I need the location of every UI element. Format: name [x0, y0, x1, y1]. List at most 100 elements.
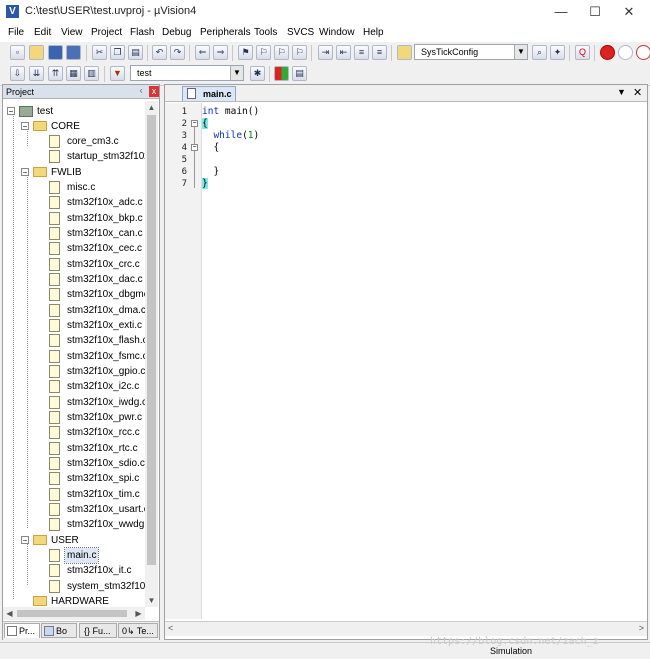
line-number: 5	[181, 155, 187, 165]
editor-horizontal-scrollbar[interactable]: < >	[165, 621, 647, 636]
function-combo[interactable]: SysTickConfig ▼	[414, 44, 528, 60]
breakpoint-kill-all-icon[interactable]	[636, 45, 650, 60]
c-file-icon	[49, 212, 60, 225]
tab-books[interactable]: Bo	[41, 623, 77, 638]
scroll-right-icon[interactable]: ▶	[132, 607, 145, 620]
breakpoint-disable-icon[interactable]	[618, 45, 633, 60]
menu-flash[interactable]: Flash	[130, 27, 154, 38]
chevron-down-icon[interactable]: ▼	[514, 45, 527, 59]
scroll-up-icon[interactable]: ▲	[145, 101, 158, 114]
code-main-decl: main()	[219, 106, 260, 117]
code-line: }	[202, 178, 208, 190]
redo-icon[interactable]: ↷	[170, 45, 185, 60]
paste-icon[interactable]: ▤	[128, 45, 143, 60]
tab-main-c[interactable]: main.c	[182, 86, 236, 101]
collapse-icon[interactable]: −	[21, 122, 29, 131]
chevron-down-icon[interactable]: ▼	[230, 66, 243, 80]
collapse-icon[interactable]: −	[7, 107, 15, 116]
folder-icon	[33, 596, 47, 606]
debug-session-icon[interactable]: Q	[575, 45, 590, 60]
close-window-button[interactable]: ✕	[612, 2, 646, 22]
c-file-icon	[49, 442, 60, 455]
batch-build-icon[interactable]: ▦	[66, 66, 81, 81]
open-folder-icon[interactable]	[29, 45, 44, 60]
pin-icon[interactable]: ᚲ	[136, 86, 146, 97]
tab-functions[interactable]: {} Fu...	[79, 623, 117, 638]
maximize-button[interactable]: ☐	[578, 2, 612, 22]
file-label: misc.c	[67, 182, 96, 193]
tab-templates[interactable]: 0↳ Te...	[118, 623, 158, 638]
collapse-icon[interactable]: −	[21, 536, 29, 545]
brace-match-close: }	[202, 178, 208, 189]
menu-view[interactable]: View	[61, 27, 83, 38]
bookmark-toggle-icon[interactable]: ⚑	[238, 45, 253, 60]
scroll-thumb[interactable]	[147, 115, 156, 565]
scroll-thumb[interactable]	[17, 610, 127, 617]
save-all-icon[interactable]	[66, 45, 81, 60]
menu-window[interactable]: Window	[319, 27, 355, 38]
c-file-icon	[49, 258, 60, 271]
fold-toggle-icon[interactable]: −	[191, 120, 198, 127]
books-tab-icon	[44, 626, 54, 636]
code-line: {	[202, 118, 208, 130]
collapse-icon[interactable]: −	[21, 168, 29, 177]
tree-vertical-scrollbar[interactable]: ▲ ▼	[145, 101, 158, 607]
code-text-area[interactable]: int main() { while(1) { } }	[202, 103, 646, 619]
bookmark-clear-icon[interactable]: ⚐	[292, 45, 307, 60]
menu-tools[interactable]: Tools	[254, 27, 277, 38]
menu-debug[interactable]: Debug	[162, 27, 191, 38]
menu-edit[interactable]: Edit	[34, 27, 51, 38]
incremental-find-icon[interactable]: ✦	[550, 45, 565, 60]
find-icon[interactable]: ⌕	[532, 45, 547, 60]
menu-project[interactable]: Project	[91, 27, 122, 38]
download-icon[interactable]: ▼	[110, 66, 125, 81]
target-options-icon[interactable]: ✱	[250, 66, 265, 81]
rebuild-icon[interactable]: ⇈	[48, 66, 63, 81]
translate-icon[interactable]: ⇩	[10, 66, 25, 81]
panel-close-icon[interactable]: x	[149, 86, 159, 97]
panel-tab-strip: Pr... Bo {} Fu... 0↳ Te...	[3, 621, 159, 640]
nav-forward-icon[interactable]: ⇒	[213, 45, 228, 60]
scroll-left-icon[interactable]: <	[168, 623, 173, 633]
file-label: stm32f10x_wwdg.	[67, 519, 145, 530]
menu-help[interactable]: Help	[363, 27, 384, 38]
build-icon[interactable]: ⇊	[29, 66, 44, 81]
scroll-right-icon[interactable]: >	[639, 623, 644, 633]
group-label: FWLIB	[51, 167, 82, 178]
nav-back-icon[interactable]: ⇐	[195, 45, 210, 60]
file-label: stm32f10x_gpio.c	[67, 366, 145, 377]
breakpoint-insert-icon[interactable]	[600, 45, 615, 60]
save-icon[interactable]	[48, 45, 63, 60]
menu-peripherals[interactable]: Peripherals	[200, 27, 251, 38]
fold-toggle-icon[interactable]: −	[191, 144, 198, 151]
minimize-button[interactable]: —	[544, 2, 578, 22]
c-file-icon	[49, 457, 60, 470]
menu-file[interactable]: File	[8, 27, 24, 38]
bookmark-next-icon[interactable]: ⚐	[274, 45, 289, 60]
tree-root-label: test	[37, 106, 54, 117]
function-combo-value: SysTickConfig	[421, 47, 479, 57]
target-combo[interactable]: test ▼	[130, 65, 244, 81]
find-in-files-icon[interactable]	[397, 45, 412, 60]
manage-books-icon[interactable]: ▤	[292, 66, 307, 81]
scroll-left-icon[interactable]: ◀	[3, 607, 16, 620]
copy-icon[interactable]: ❐	[110, 45, 125, 60]
bookmark-prev-icon[interactable]: ⚐	[256, 45, 271, 60]
menu-svcs[interactable]: SVCS	[287, 27, 314, 38]
comment-icon[interactable]: ≡	[354, 45, 369, 60]
stop-build-icon[interactable]: ▥	[84, 66, 99, 81]
close-tab-icon[interactable]: ✕	[633, 86, 642, 99]
manage-components-icon[interactable]	[274, 66, 289, 81]
tree-horizontal-scrollbar[interactable]: ◀ ▶	[3, 607, 145, 620]
c-file-icon	[49, 319, 60, 332]
tab-list-icon[interactable]: ▼	[617, 87, 626, 97]
code-line: int main()	[202, 106, 259, 118]
scroll-down-icon[interactable]: ▼	[145, 594, 158, 607]
new-file-icon[interactable]: ▫	[10, 45, 25, 60]
tab-project[interactable]: Pr...	[4, 623, 40, 638]
uncomment-icon[interactable]: ≡	[372, 45, 387, 60]
undo-icon[interactable]: ↶	[152, 45, 167, 60]
cut-icon[interactable]: ✂	[92, 45, 107, 60]
indent-icon[interactable]: ⇥	[318, 45, 333, 60]
unindent-icon[interactable]: ⇤	[336, 45, 351, 60]
